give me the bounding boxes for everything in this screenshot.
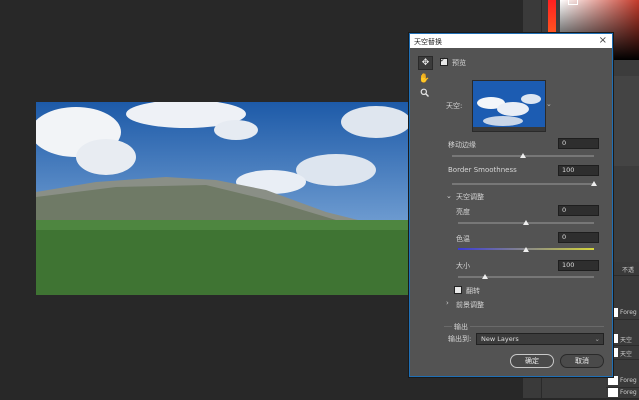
layer-name: Foreg — [620, 389, 637, 396]
layer-name: Foreg — [620, 309, 637, 316]
layer-thumbnail — [608, 388, 618, 397]
chevron-down-icon[interactable]: ⌄ — [446, 192, 452, 200]
fade-edge-slider-thumb[interactable] — [591, 181, 597, 186]
layer-name: Foreg — [620, 377, 637, 384]
output-to-label: 输出到: — [448, 335, 472, 343]
shift-edge-input[interactable]: 0 — [558, 138, 599, 149]
scale-label: 大小 — [456, 262, 470, 270]
brightness-label: 亮度 — [456, 208, 470, 216]
preview-checkbox[interactable] — [440, 56, 448, 66]
shift-edge-label: 移动边缘 — [448, 141, 476, 149]
brightness-input[interactable]: 0 — [558, 205, 599, 216]
temperature-slider-thumb[interactable] — [523, 247, 529, 252]
preview-label: 预览 — [452, 59, 466, 67]
zoom-icon[interactable] — [418, 88, 431, 100]
close-icon[interactable]: × — [599, 35, 607, 46]
opacity-label: 不透 — [622, 267, 635, 274]
layer-thumbnail — [608, 376, 618, 385]
scale-track[interactable] — [458, 276, 594, 278]
output-label: 输出 — [452, 322, 470, 332]
chevron-down-icon: ⌄ — [594, 335, 600, 343]
cancel-button[interactable]: 取消 — [560, 354, 604, 368]
output-to-value: New Layers — [481, 335, 519, 343]
shift-edge-slider-thumb[interactable] — [520, 153, 526, 158]
ok-button[interactable]: 确定 — [510, 354, 554, 368]
sky-preset-thumbnail[interactable] — [472, 80, 546, 132]
hand-icon[interactable]: ✋ — [418, 73, 431, 85]
move-icon[interactable]: ✥ — [418, 56, 433, 70]
temperature-label: 色温 — [456, 235, 470, 243]
scale-input[interactable]: 100 — [558, 260, 599, 271]
foreground-adjust-header[interactable]: 前景调整 — [456, 300, 484, 310]
output-to-select[interactable]: New Layers ⌄ — [476, 333, 604, 345]
flip-checkbox[interactable] — [454, 286, 462, 294]
scale-slider-thumb[interactable] — [482, 274, 489, 279]
dialog-titlebar[interactable]: 天空替换 × — [410, 34, 612, 48]
brightness-slider-thumb[interactable] — [523, 220, 529, 225]
dialog-toolbar: ✥ ✋ — [418, 56, 433, 103]
dialog-title: 天空替换 — [414, 38, 442, 46]
chevron-right-icon[interactable]: › — [446, 299, 449, 307]
sky-label: 天空: — [446, 102, 463, 110]
sky-replacement-dialog: 天空替换 × ✥ ✋ 预览 天空: ⌄ 移动边缘 0 Border Smooth… — [409, 33, 613, 377]
sky-adjust-header[interactable]: 天空调整 — [456, 192, 484, 202]
fade-edge-track[interactable] — [452, 183, 594, 185]
fade-edge-input[interactable]: 100 — [558, 165, 599, 176]
chevron-down-icon[interactable]: ⌄ — [546, 100, 552, 108]
flip-label: 翻转 — [466, 287, 480, 295]
layer-name: 天空 — [620, 351, 633, 358]
fade-edge-label: Border Smoothness — [448, 166, 517, 174]
layer-name: 天空 — [620, 337, 633, 344]
color-picker-marker[interactable] — [568, 0, 578, 5]
landscape-photo — [36, 102, 410, 295]
canvas-image — [36, 102, 410, 295]
temperature-input[interactable]: 0 — [558, 232, 599, 243]
